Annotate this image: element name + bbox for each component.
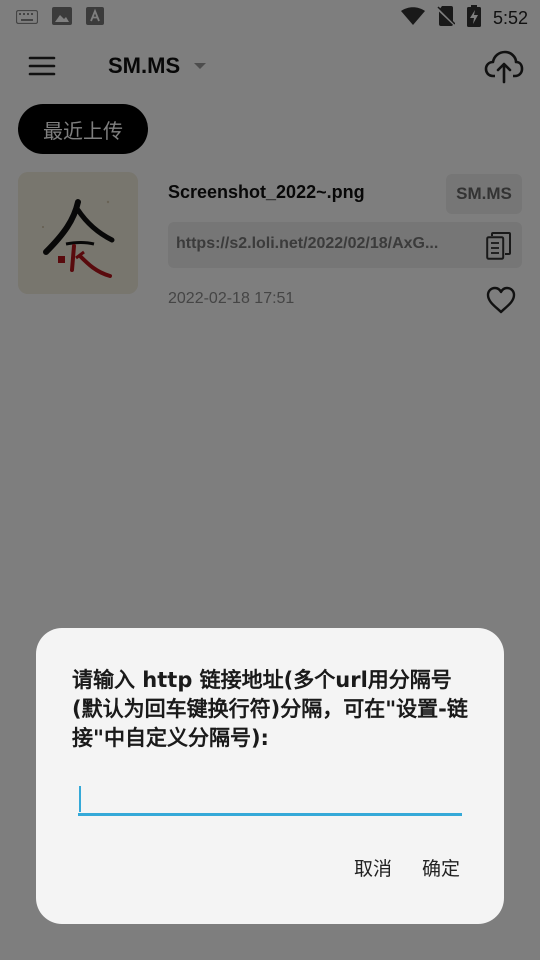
link-input-dialog: 请输入 http 链接地址(多个url用分隔号(默认为回车键换行符)分隔，可在"… [36, 628, 504, 924]
dialog-message: 请输入 http 链接地址(多个url用分隔号(默认为回车键换行符)分隔，可在"… [72, 668, 468, 750]
text-cursor [79, 786, 81, 812]
cancel-button[interactable]: 取消 [354, 854, 392, 881]
url-input-field[interactable] [78, 780, 462, 816]
ok-button[interactable]: 确定 [422, 854, 460, 881]
